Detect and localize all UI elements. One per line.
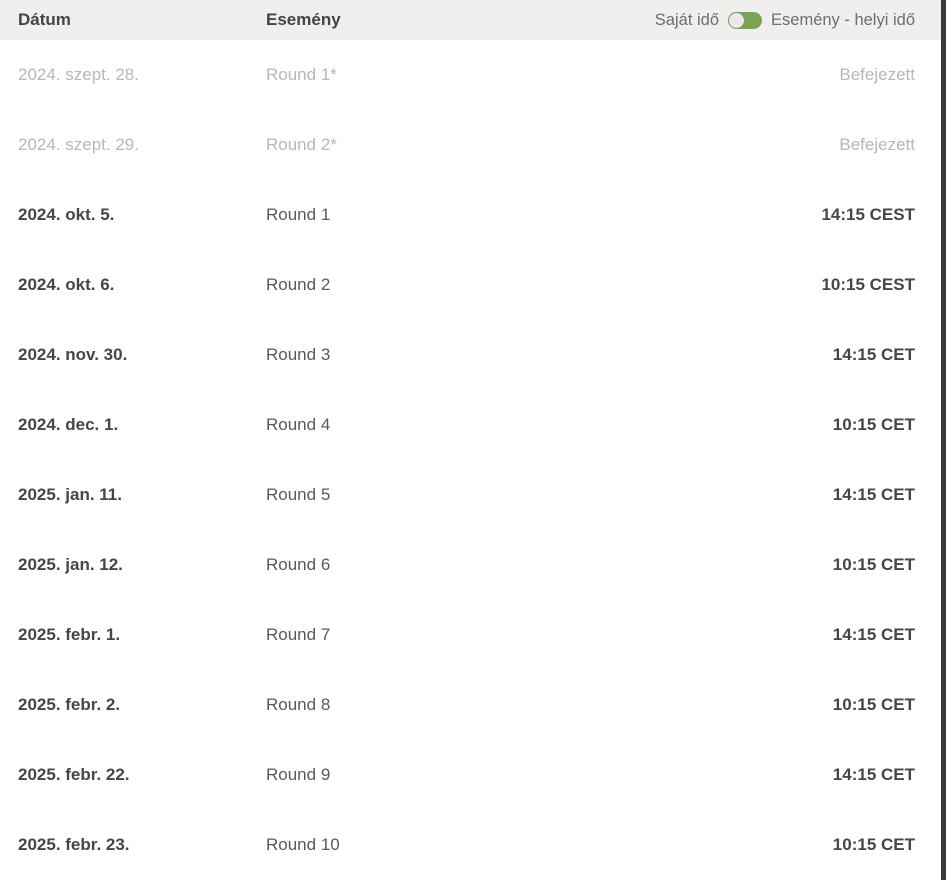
cell-time: 14:15 CEST (821, 205, 915, 224)
table-row[interactable]: 2025. jan. 11. Round 5 14:15 CET (0, 460, 941, 530)
table-row[interactable]: 2025. jan. 12. Round 6 10:15 CET (0, 530, 941, 600)
cell-date: 2024. szept. 29. (18, 135, 139, 154)
cell-event: Round 7 (266, 625, 331, 644)
cell-time: 14:15 CET (832, 485, 915, 504)
cell-time: 10:15 CEST (821, 275, 915, 294)
cell-event: Round 6 (266, 555, 331, 574)
cell-event: Round 1 (266, 205, 331, 224)
cell-time: 10:15 CET (832, 695, 915, 714)
cell-date: 2024. nov. 30. (18, 345, 128, 364)
table-row[interactable]: 2025. febr. 2. Round 8 10:15 CET (0, 670, 941, 740)
column-header-date: Dátum (18, 10, 71, 29)
cell-event: Round 5 (266, 485, 331, 504)
column-header-event: Esemény (266, 10, 341, 29)
timezone-toggle-switch[interactable] (728, 11, 763, 29)
table-row[interactable]: 2024. okt. 6. Round 2 10:15 CEST (0, 250, 941, 320)
timezone-label-event-local-time[interactable]: Esemény - helyi idő (771, 12, 915, 29)
schedule-table: Dátum Esemény Saját idő Esemény - helyi … (0, 0, 946, 880)
cell-time: 14:15 CET (832, 765, 915, 784)
cell-event: Round 2 (266, 275, 331, 294)
table-row[interactable]: 2024. nov. 30. Round 3 14:15 CET (0, 320, 941, 390)
cell-date: 2025. jan. 12. (18, 555, 123, 574)
schedule-rows: 2024. szept. 28. Round 1* Befejezett 2024. … (0, 40, 941, 880)
timezone-toggle-group[interactable]: Saját idő Esemény - helyi idő (655, 0, 915, 40)
cell-date: 2025. febr. 1. (18, 625, 121, 644)
cell-date: 2024. dec. 1. (18, 415, 119, 434)
cell-status: Befejezett (839, 65, 915, 84)
cell-status: Befejezett (839, 135, 915, 154)
cell-date: 2024. okt. 6. (18, 275, 115, 294)
cell-time: 14:15 CET (832, 625, 915, 644)
cell-date: 2025. febr. 23. (18, 835, 130, 854)
table-row[interactable]: 2025. febr. 22. Round 9 14:15 CET (0, 740, 941, 810)
cell-date: 2025. febr. 22. (18, 765, 130, 784)
table-row[interactable]: 2024. dec. 1. Round 4 10:15 CET (0, 390, 941, 460)
table-row[interactable]: 2025. febr. 1. Round 7 14:15 CET (0, 600, 941, 670)
table-header-row: Dátum Esemény Saját idő Esemény - helyi … (0, 0, 941, 40)
cell-event: Round 3 (266, 345, 331, 364)
cell-date: 2024. szept. 28. (18, 65, 139, 84)
cell-time: 14:15 CET (832, 345, 915, 364)
cell-time: 10:15 CET (832, 555, 915, 574)
cell-time: 10:15 CET (832, 835, 915, 854)
table-row[interactable]: 2024. okt. 5. Round 1 14:15 CEST (0, 180, 941, 250)
cell-event: Round 8 (266, 695, 331, 714)
cell-event: Round 1* (266, 65, 337, 84)
timezone-label-own-time[interactable]: Saját idő (655, 12, 719, 29)
cell-event: Round 2* (266, 135, 337, 154)
cell-event: Round 4 (266, 415, 331, 434)
table-row[interactable]: 2024. szept. 29. Round 2* Befejezett (0, 110, 941, 180)
cell-date: 2024. okt. 5. (18, 205, 115, 224)
cell-time: 10:15 CET (832, 415, 915, 434)
right-edge-strip (941, 0, 946, 880)
cell-event: Round 10 (266, 835, 340, 854)
cell-event: Round 9 (266, 765, 331, 784)
toggle-knob (729, 12, 745, 28)
cell-date: 2025. jan. 11. (18, 485, 122, 504)
cell-date: 2025. febr. 2. (18, 695, 121, 714)
table-row[interactable]: 2025. febr. 23. Round 10 10:15 CET (0, 810, 941, 880)
table-row[interactable]: 2024. szept. 28. Round 1* Befejezett (0, 40, 941, 110)
